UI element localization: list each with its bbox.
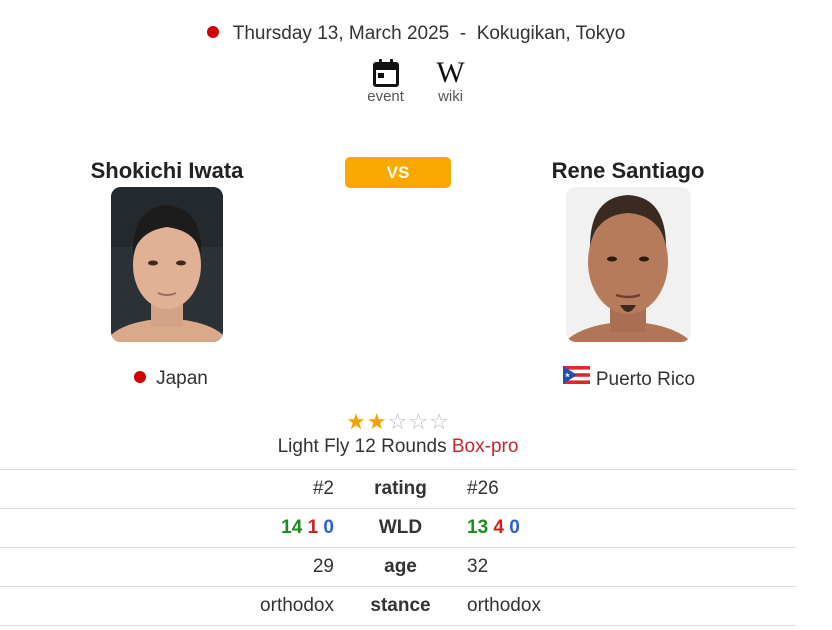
japan-flag-icon	[134, 370, 147, 383]
bout-weight-rounds: Light Fly 12 Rounds	[277, 436, 447, 457]
event-separator: -	[459, 23, 467, 44]
stats-row-wld: 14 1 0 WLD 13 4 0	[0, 508, 796, 548]
star-empty-icon: ☆	[408, 409, 430, 434]
star-empty-icon: ☆	[387, 409, 409, 434]
right-age: 32	[467, 547, 796, 587]
left-fighter-photo[interactable]	[111, 187, 223, 342]
left-rating: #2	[0, 469, 334, 509]
left-country-name: Japan	[156, 368, 208, 389]
star-empty-icon: ☆	[429, 409, 450, 434]
star-full-icon: ★	[366, 409, 388, 434]
left-wld: 14 1 0	[0, 508, 334, 548]
right-fighter-country: Puerto Rico	[499, 366, 759, 392]
left-draws: 0	[323, 517, 334, 538]
event-date: Thursday 13, March 2025	[232, 23, 450, 44]
wikipedia-icon: W	[436, 56, 465, 89]
bout-info: Light Fly 12 Rounds Box-pro	[0, 436, 796, 458]
wld-label: WLD	[334, 508, 467, 548]
right-fighter-photo[interactable]	[566, 187, 691, 342]
left-losses: 1	[307, 517, 319, 538]
right-losses: 4	[493, 517, 504, 538]
stats-row-rating: #2 rating #26	[0, 469, 796, 509]
right-draws: 0	[509, 517, 520, 538]
wiki-link-label: wiki	[438, 88, 464, 105]
right-wins: 13	[467, 517, 489, 538]
event-link[interactable]: event	[367, 58, 404, 105]
left-fighter-name[interactable]: Shokichi Iwata	[37, 158, 297, 184]
right-fighter-name[interactable]: Rene Santiago	[498, 158, 758, 184]
left-stance: orthodox	[0, 586, 334, 626]
stance-label: stance	[334, 586, 467, 626]
bout-type: Box-pro	[451, 436, 519, 457]
right-stance: orthodox	[467, 586, 796, 626]
rating-label: rating	[334, 469, 467, 509]
stats-row-stance: orthodox stance orthodox	[0, 586, 796, 626]
event-link-label: event	[367, 88, 404, 105]
right-rating: #26	[467, 469, 796, 509]
japan-flag-icon	[206, 25, 219, 38]
puerto-rico-flag-icon	[562, 366, 590, 390]
bout-rating-stars: ★★☆☆☆	[0, 411, 796, 433]
left-age: 29	[0, 547, 334, 587]
event-header: Thursday 13, March 2025 - Kokugikan, Tok…	[0, 22, 832, 46]
age-label: age	[334, 547, 467, 587]
wiki-link[interactable]: W wiki	[436, 56, 465, 106]
left-fighter-country: Japan	[41, 368, 301, 390]
vs-badge: VS	[345, 157, 451, 188]
stats-row-age: 29 age 32	[0, 547, 796, 587]
right-country-name: Puerto Rico	[595, 369, 696, 391]
event-links: event W wiki	[0, 56, 832, 106]
left-wins: 14	[281, 517, 303, 538]
star-full-icon: ★	[346, 409, 367, 434]
right-wld: 13 4 0	[467, 508, 796, 548]
calendar-icon	[367, 58, 404, 88]
event-venue: Kokugikan, Tokyo	[476, 23, 626, 44]
stats-table: #2 rating #26 14 1 0 WLD 13 4 0 29 age 3…	[0, 469, 796, 626]
